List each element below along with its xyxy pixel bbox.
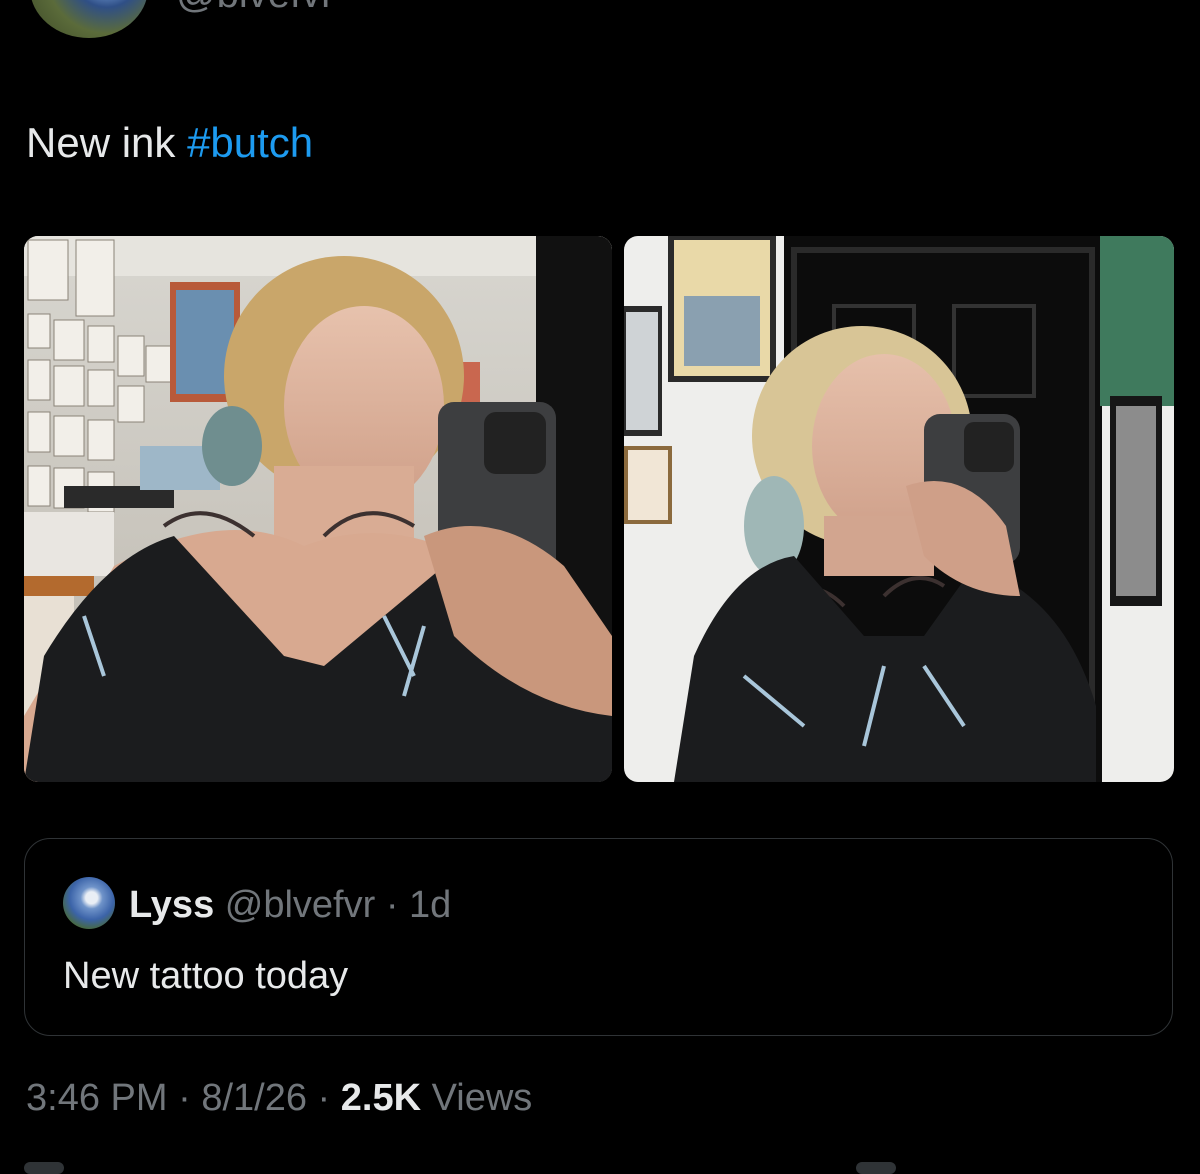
tweet-text: New ink #butch	[26, 118, 313, 168]
author-handle[interactable]: @blvefvr	[176, 0, 334, 14]
meta-separator: ·	[167, 1077, 202, 1119]
meta-separator: ·	[306, 1077, 341, 1119]
bookmark-icon[interactable]	[856, 1162, 896, 1174]
tweet-body: New ink	[26, 119, 188, 166]
quoted-separator: ·	[375, 884, 410, 926]
photo-2-image	[624, 236, 1174, 782]
quoted-author-name[interactable]: Lyss	[129, 884, 214, 926]
photo-1-image	[24, 236, 612, 782]
tweet-meta: 3:46 PM · 8/1/26 · 2.5K Views	[26, 1075, 532, 1121]
tweet-date[interactable]: 8/1/26	[201, 1077, 307, 1119]
quoted-tweet[interactable]: Lyss @blvefvr · 1d New tattoo today	[24, 838, 1173, 1036]
tweet-time[interactable]: 3:46 PM	[26, 1077, 168, 1119]
quoted-tweet-header: Lyss @blvefvr · 1d	[129, 883, 451, 927]
quoted-author-avatar[interactable]	[63, 877, 115, 929]
author-avatar[interactable]	[30, 0, 148, 38]
views-label: Views	[421, 1077, 533, 1119]
quoted-timestamp[interactable]: 1d	[409, 884, 451, 926]
views-count: 2.5K	[340, 1077, 422, 1119]
hashtag-link[interactable]: #butch	[187, 119, 313, 166]
tweet-photo-1[interactable]	[24, 236, 612, 782]
tweet-photo-2[interactable]	[624, 236, 1174, 782]
reply-icon[interactable]	[24, 1162, 64, 1174]
quoted-tweet-text: New tattoo today	[63, 955, 349, 997]
quoted-author-handle[interactable]: @blvefvr	[225, 884, 376, 926]
